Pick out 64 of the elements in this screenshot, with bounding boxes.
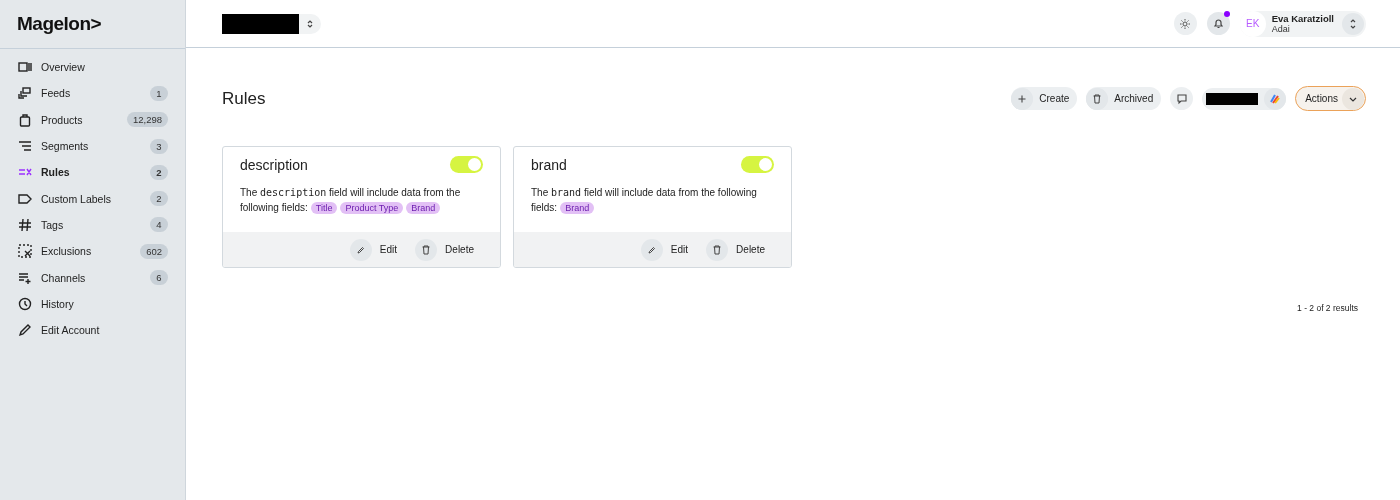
- sidebar-item[interactable]: Segments 3: [0, 132, 185, 160]
- toggle-switch[interactable]: [741, 156, 774, 173]
- sidebar-item[interactable]: Channels 6: [0, 264, 185, 291]
- sun-icon: [1180, 18, 1191, 29]
- list-plus-icon: [18, 270, 32, 285]
- organization-name: Adai: [1271, 23, 1291, 35]
- sidebar-item[interactable]: Overview: [0, 54, 185, 81]
- trash-icon: [706, 238, 729, 261]
- rule-description: The description field will include data from the following fields: Title Product Type Brand: [240, 186, 462, 216]
- logo[interactable]: Magelon>: [17, 13, 102, 35]
- sidebar-item[interactable]: Custom Labels 2: [0, 185, 185, 212]
- page-title: Rules: [222, 88, 266, 109]
- stack-icon: [18, 86, 32, 101]
- feed-selector[interactable]: [1202, 87, 1287, 110]
- sidebar-item[interactable]: Exclusions 602: [0, 238, 185, 265]
- pencil-icon: [349, 238, 372, 261]
- account-switcher[interactable]: [222, 13, 321, 34]
- sidebar-item[interactable]: Feeds 1: [0, 80, 185, 107]
- count-badge: 1: [150, 85, 168, 101]
- count-badge: 12,298: [126, 112, 168, 128]
- sidebar-item[interactable]: Edit Account: [0, 316, 185, 344]
- edit-button[interactable]: Edit: [640, 238, 689, 261]
- pencil-icon: [18, 323, 32, 338]
- count-badge: 4: [150, 217, 168, 233]
- exclusion-icon: [18, 244, 32, 259]
- comment-button[interactable]: [1170, 87, 1194, 110]
- count-badge: 2: [150, 164, 168, 180]
- count-badge: 602: [140, 243, 168, 259]
- actions-button[interactable]: Actions: [1295, 86, 1366, 111]
- bag-icon: [18, 112, 32, 127]
- user-name: Eva Karatzioll: [1271, 12, 1334, 24]
- edit-button[interactable]: Edit: [349, 238, 398, 261]
- delete-button[interactable]: Delete: [415, 238, 474, 261]
- history-icon: [18, 296, 32, 311]
- lines-icon: [18, 139, 32, 154]
- notification-button[interactable]: [1206, 12, 1230, 35]
- user-menu[interactable]: EK Eva Karatzioll Adai: [1239, 10, 1366, 37]
- panel-icon: [18, 60, 32, 75]
- pencil-icon: [640, 238, 663, 261]
- sidebar-item[interactable]: Products 12,298: [0, 106, 185, 133]
- chevron-updown-icon: [306, 18, 314, 29]
- sidebar-item[interactable]: Tags 4: [0, 211, 185, 239]
- hash-icon: [18, 217, 32, 232]
- delete-button[interactable]: Delete: [706, 238, 765, 261]
- bell-icon: [1212, 18, 1224, 29]
- redaction-bar: [1206, 92, 1259, 105]
- rule-description: The brand field will include data from the following fields: Brand: [531, 186, 758, 216]
- count-badge: 2: [150, 191, 168, 207]
- rule-title: description: [240, 156, 308, 173]
- speech-bubble-icon: [1175, 92, 1188, 105]
- sidebar-item[interactable]: History: [0, 290, 185, 317]
- chevron-updown-icon: [1340, 10, 1366, 37]
- colorful-leaf-icon: [1264, 87, 1287, 110]
- tag-icon: [18, 191, 32, 206]
- rule-title: brand: [531, 156, 567, 173]
- avatar: EK: [1239, 10, 1266, 37]
- pagination-summary: 1 - 2 of 2 results: [1297, 303, 1358, 313]
- toggle-switch[interactable]: [450, 156, 483, 173]
- count-badge: 3: [150, 138, 168, 154]
- chevron-down-icon: [1342, 87, 1364, 110]
- theme-button[interactable]: [1173, 12, 1197, 35]
- trash-icon: [415, 238, 438, 261]
- count-badge: 6: [150, 270, 168, 285]
- sidebar-item[interactable]: Rules 2: [0, 159, 185, 186]
